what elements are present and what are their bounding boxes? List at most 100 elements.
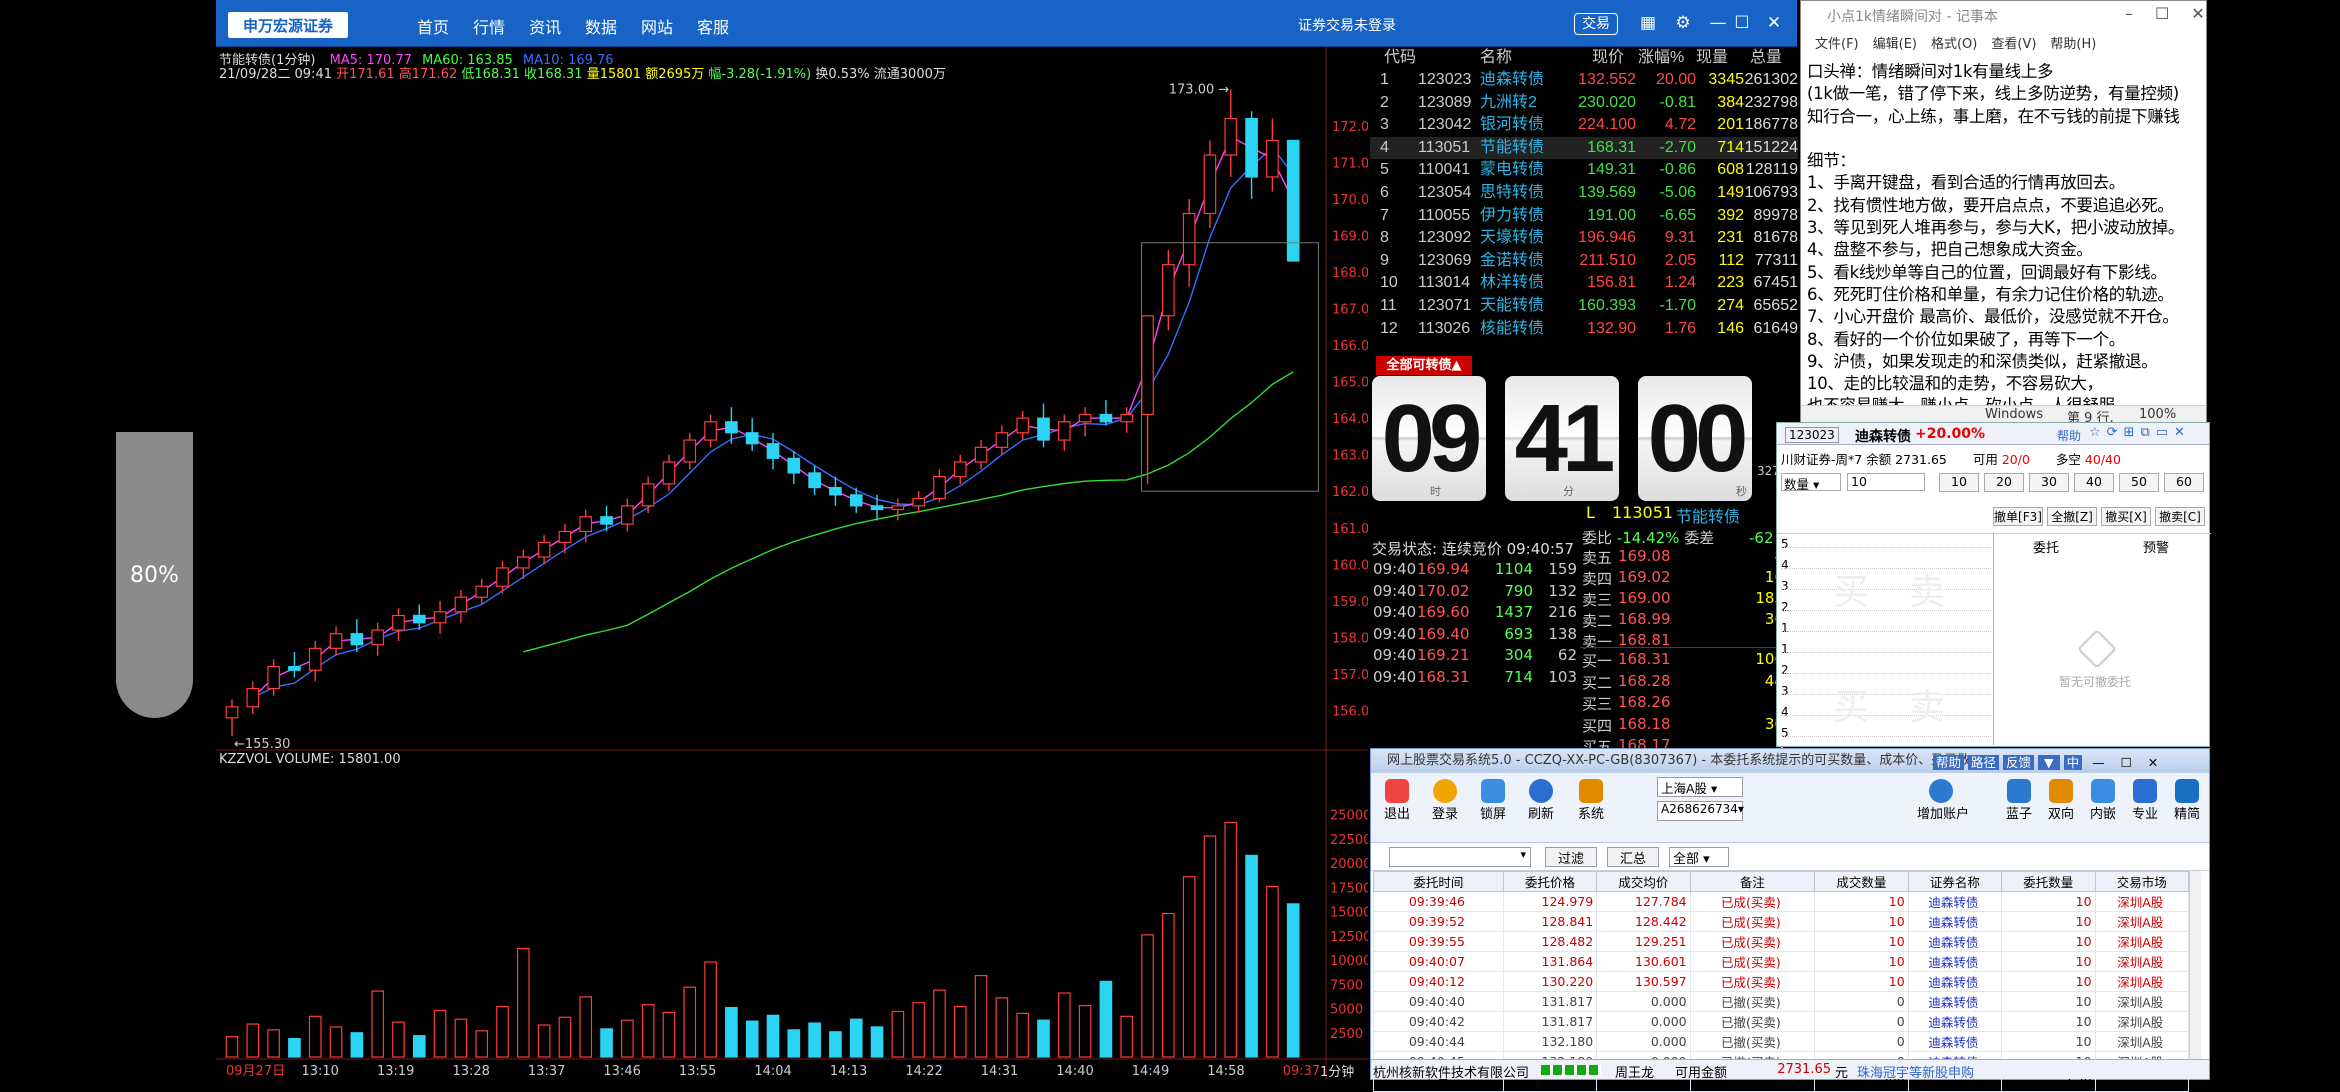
sys-close-icon[interactable]: ✕ (2142, 755, 2164, 770)
sys-minimize-icon[interactable]: — (2086, 755, 2111, 770)
sys-feedback[interactable]: 反馈 (2003, 755, 2035, 770)
table-header[interactable]: 交易市场 (2094, 871, 2190, 892)
board-row[interactable]: 7 110055 伊力转债 191.00 -6.65 392 89978 (1370, 205, 1798, 227)
board-row[interactable]: 9 123069 金诺转债 211.510 2.05 112 77311 (1370, 250, 1798, 272)
bond-board[interactable]: 代码 名称 现价 涨幅% 现量 总量 1 123023 迪森转债 132.552 20.… (1370, 47, 1798, 357)
cancel-button[interactable]: 全撤[Z] (2047, 507, 2097, 526)
close-icon[interactable]: ✕ (1762, 10, 1786, 36)
nav-service[interactable]: 客服 (697, 14, 729, 38)
table-header[interactable]: 委托数量 (2001, 871, 2096, 892)
toolbar-icon[interactable] (2175, 779, 2199, 803)
sys-help[interactable]: 帮助 (1933, 755, 1965, 770)
period-label[interactable]: 1分钟 (1320, 1061, 1354, 1080)
toolbar-button[interactable]: 蓝子 (1999, 803, 2039, 822)
table-row[interactable]: 09:40:44 132.180 0.000 已撤(买卖) 0 迪森转债 10 深圳A股 (1373, 1031, 2190, 1052)
sys-title-buttons[interactable]: 帮助 路径 反馈 ▼ 中 — ☐ ✕ (1933, 752, 2164, 771)
refresh-icon[interactable] (1529, 779, 1553, 803)
lock-icon[interactable] (1481, 779, 1505, 803)
col-price[interactable]: 现价 (1592, 47, 1624, 69)
tool-exit[interactable]: 退出 (1377, 803, 1417, 822)
cancel-button[interactable]: 撤买[X] (2101, 507, 2151, 526)
table-header[interactable]: 委托价格 (1502, 871, 1598, 892)
table-scrollbar[interactable] (2189, 871, 2201, 1059)
sys-lang[interactable]: 中 (2063, 755, 2083, 770)
nav-data[interactable]: 数据 (585, 14, 617, 38)
col-name[interactable]: 名称 (1480, 47, 1512, 69)
filter-dropdown[interactable]: ▾ (1389, 847, 1531, 867)
cancel-button[interactable]: 撤单[F3] (1993, 507, 2043, 526)
toolbar-icon[interactable] (2007, 779, 2031, 803)
col-code[interactable]: 代码 (1384, 47, 1416, 69)
toolbar-icon[interactable] (2091, 779, 2115, 803)
all-bonds-button[interactable]: 全部可转债▲ (1376, 356, 1472, 375)
add-account-icon[interactable] (1929, 779, 1953, 803)
summary-button[interactable]: 汇总 (1607, 847, 1659, 867)
table-header[interactable]: 证券名称 (1907, 871, 2003, 892)
board-row[interactable]: 2 123089 九洲转2 230.020 -0.81 384 232798 (1370, 92, 1798, 114)
tool-lock[interactable]: 锁屏 (1473, 803, 1513, 822)
filter-button[interactable]: 过滤 (1545, 847, 1597, 867)
kline-chart[interactable]: 172.0 171.0 170.0 169.0 168.0 167.0 166.0 165.0… (216, 47, 1368, 1080)
toolbar-icon[interactable] (2049, 779, 2073, 803)
login-icon[interactable] (1433, 779, 1457, 803)
qty-select[interactable]: 数量 ▾ (1781, 473, 1841, 492)
board-row[interactable]: 11 123071 天能转债 160.393 -1.70 274 65652 (1370, 295, 1798, 317)
table-row[interactable]: 09:39:52 128.841 128.442 已成(买卖) 10 迪森转债 10 深圳A股 (1373, 911, 2190, 932)
sys-pin-icon[interactable]: ▼ (2038, 755, 2060, 770)
np-minimize-icon[interactable]: – (2125, 4, 2155, 23)
tab-alerts[interactable]: 预警 (2143, 537, 2169, 556)
order-help[interactable]: 帮助 (2057, 427, 2081, 444)
menu-help[interactable]: 帮助(H) (2050, 37, 2096, 52)
toolbar-icon[interactable] (2133, 779, 2157, 803)
board-row[interactable]: 3 123042 银河转债 224.100 4.72 201 186778 (1370, 114, 1798, 136)
table-header[interactable]: 成交数量 (1814, 871, 1909, 892)
system-icon[interactable] (1579, 779, 1603, 803)
minimize-icon[interactable]: — (1706, 10, 1730, 36)
cancel-button[interactable]: 撤卖[C] (2155, 507, 2205, 526)
toolbar-button[interactable]: 专业 (2125, 803, 2165, 822)
board-row[interactable]: 8 123092 天壕转债 196.946 9.31 231 81678 (1370, 227, 1798, 249)
notepad-window-controls[interactable]: –☐✕ (2125, 4, 2227, 23)
order-code[interactable]: 123023 (1785, 427, 1839, 443)
qty-preset-button[interactable]: 60 (2164, 473, 2204, 492)
nav-news[interactable]: 资讯 (529, 14, 561, 38)
notepad-text[interactable]: 口头禅：情绪瞬间对1k有量线上多 (1k做一笔，错了停下来，线上多防逆势，有量控… (1801, 53, 2206, 426)
tab-orders[interactable]: 委托 (2033, 537, 2059, 556)
gear-icon[interactable]: ⚙ (1671, 10, 1695, 36)
trade-button[interactable]: 交易 (1574, 13, 1618, 35)
toolbar-button[interactable]: 精简 (2167, 803, 2207, 822)
qty-preset-button[interactable]: 50 (2119, 473, 2159, 492)
tool-system[interactable]: 系统 (1571, 803, 1611, 822)
table-row[interactable]: 09:40:40 131.817 0.000 已撤(买卖) 0 迪森转债 10 深圳A股 (1373, 991, 2190, 1012)
menu-file[interactable]: 文件(F) (1815, 37, 1859, 52)
qty-preset-button[interactable]: 10 (1939, 473, 1979, 492)
notepad-window[interactable]: 小点1k情绪瞬间对 - 记事本 文件(F) 编辑(E) 格式(O) 查看(V) 帮助(H… (1800, 0, 2207, 426)
order-tool-icons[interactable]: ☆⟳⊞⧉▭✕ (2089, 425, 2191, 440)
board-row[interactable]: 5 110041 蒙电转债 149.31 -0.86 608 128119 (1370, 159, 1798, 181)
table-row[interactable]: 09:40:42 131.817 0.000 已撤(买卖) 0 迪森转债 10 深圳A股 (1373, 1011, 2190, 1032)
qty-preset-button[interactable]: 20 (1984, 473, 2024, 492)
table-header[interactable]: 备注 (1689, 871, 1816, 892)
board-row[interactable]: 12 113026 核能转债 132.90 1.76 146 61649 (1370, 318, 1798, 340)
table-header[interactable]: 成交均价 (1596, 871, 1691, 892)
trading-system-window[interactable]: 网上股票交易系统5.0 - CCZQ-XX-PC-GB(8307367) - 本… (1370, 748, 2210, 1092)
toolbar-button[interactable]: 内嵌 (2083, 803, 2123, 822)
col-change[interactable]: 涨幅% (1638, 47, 1684, 69)
table-row[interactable]: 09:40:07 131.864 130.601 已成(买卖) 10 迪森转债 10 深圳A股 (1373, 951, 2190, 972)
market-select[interactable]: 上海A股 ▾ (1657, 777, 1743, 797)
table-row[interactable]: 09:39:46 124.979 127.784 已成(买卖) 10 迪森转债 10 深圳A股 (1373, 891, 2190, 912)
add-account-button[interactable]: 增加账户 (1911, 803, 1975, 822)
qty-preset-button[interactable]: 30 (2029, 473, 2069, 492)
order-widget[interactable]: 123023 迪森转债 +20.00% 帮助 ☆⟳⊞⧉▭✕ 川财证券-周*7 余… (1776, 422, 2211, 747)
sys-maximize-icon[interactable]: ☐ (2115, 755, 2138, 770)
table-row[interactable]: 09:40:12 130.220 130.597 已成(买卖) 10 迪森转债 10 深圳A股 (1373, 971, 2190, 992)
board-row[interactable]: 1 123023 迪森转债 132.552 20.00 3345 261302 (1370, 69, 1798, 91)
table-header[interactable]: 委托时间 (1373, 871, 1504, 892)
toolbar-button[interactable]: 双向 (2041, 803, 2081, 822)
col-totvol[interactable]: 总量 (1750, 47, 1782, 69)
account-select[interactable]: A268626734▾ (1657, 801, 1744, 821)
board-row[interactable]: 10 113014 林洋转债 156.81 1.24 223 67451 (1370, 272, 1798, 294)
sys-path[interactable]: 路径 (1968, 755, 2000, 770)
qty-input[interactable]: 10 (1847, 473, 1925, 491)
menu-format[interactable]: 格式(O) (1931, 37, 1977, 52)
